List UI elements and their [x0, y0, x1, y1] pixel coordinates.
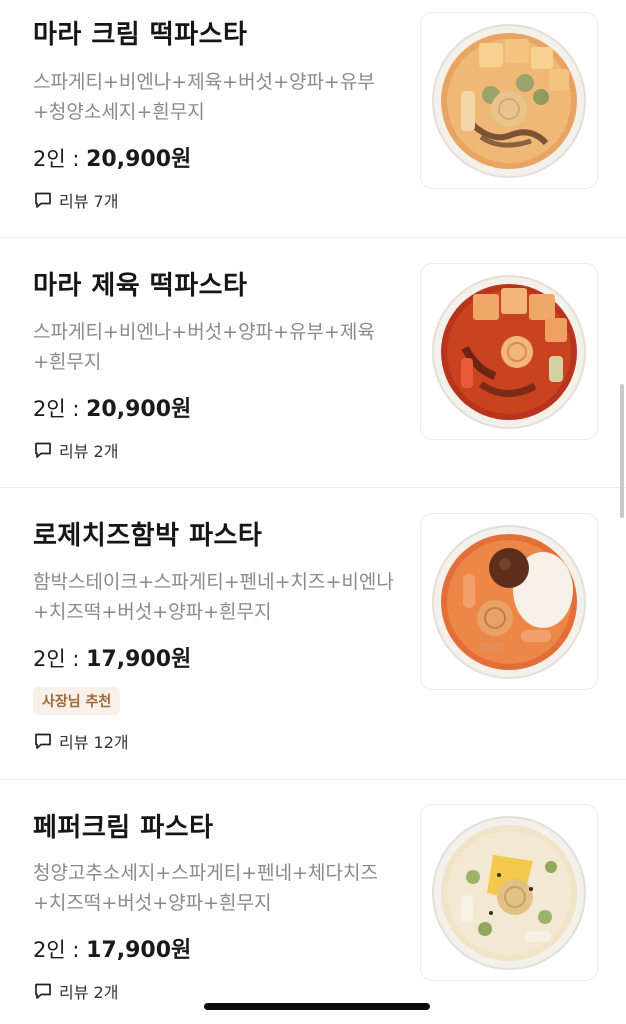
menu-item-pepper-cream[interactable]: 페퍼크림 파스타 청양고추소세지+스파게티+펜네+체다치즈+치즈떡+버섯+양파+…: [0, 779, 626, 1024]
review-link[interactable]: 리뷰 7개: [33, 188, 118, 212]
mala-cream-tteok-pasta-image: [432, 24, 586, 178]
price-prefix: 2인 :: [33, 647, 87, 671]
review-link[interactable]: 리뷰 2개: [33, 979, 118, 1003]
menu-item-title: 마라 크림 떡파스타: [33, 20, 248, 50]
price-prefix: 2인 :: [33, 938, 87, 962]
menu-item-description: 함박스테이크+스파게티+펜네+치즈+비엔나+치즈떡+버섯+양파+흰무지: [33, 571, 394, 623]
review-count: 리뷰 7개: [59, 192, 119, 211]
price-prefix: 2인 :: [33, 397, 87, 421]
review-count: 리뷰 2개: [59, 442, 119, 461]
home-indicator[interactable]: [204, 1003, 430, 1010]
menu-item-mala-jeyuk[interactable]: 마라 제육 떡파스타 스파게티+비엔나+버섯+양파+유부+제육+흰무지 2인 :…: [0, 237, 626, 488]
menu-item-price: 2인 : 17,900원: [33, 932, 191, 964]
menu-item-mala-cream[interactable]: 마라 크림 떡파스타 스파게티+비엔나+제육+버섯+양파+유부+청양소세지+흰무…: [0, 0, 626, 238]
rose-cheese-hamburg-pasta-image: [432, 525, 586, 679]
menu-item-title: 로제치즈함박 파스타: [33, 521, 263, 551]
price-amount: 20,900원: [86, 397, 192, 422]
review-link[interactable]: 리뷰 2개: [33, 438, 118, 462]
menu-item-description: 스파게티+비엔나+버섯+양파+유부+제육+흰무지: [33, 321, 375, 373]
menu-item-image[interactable]: [420, 12, 598, 189]
menu-item-price: 2인 : 20,900원: [33, 391, 191, 423]
speech-bubble-icon: [35, 442, 51, 458]
speech-bubble-icon: [35, 192, 51, 208]
review-link[interactable]: 리뷰 12개: [33, 729, 129, 753]
menu-item-image[interactable]: [420, 263, 598, 440]
menu-item-image[interactable]: [420, 513, 598, 690]
menu-item-price: 2인 : 20,900원: [33, 141, 191, 173]
menu-item-title: 마라 제육 떡파스타: [33, 271, 248, 301]
menu-item-title: 페퍼크림 파스타: [33, 813, 214, 843]
menu-item-description: 청양고추소세지+스파게티+펜네+체다치즈+치즈떡+버섯+양파+흰무지: [33, 862, 378, 914]
speech-bubble-icon: [35, 983, 51, 999]
price-amount: 17,900원: [86, 938, 192, 963]
price-prefix: 2인 :: [33, 147, 87, 171]
pepper-cream-pasta-image: [432, 816, 586, 970]
menu-item-image[interactable]: [420, 804, 598, 981]
scrollbar[interactable]: [620, 384, 624, 518]
review-count: 리뷰 12개: [59, 733, 129, 752]
price-amount: 17,900원: [86, 647, 192, 672]
menu-item-price: 2인 : 17,900원: [33, 641, 191, 673]
owner-recommend-badge: 사장님 추천: [33, 687, 121, 715]
mala-jeyuk-tteok-pasta-image: [432, 275, 586, 429]
price-amount: 20,900원: [86, 147, 192, 172]
menu-item-description: 스파게티+비엔나+제육+버섯+양파+유부+청양소세지+흰무지: [33, 71, 375, 123]
speech-bubble-icon: [35, 733, 51, 749]
menu-item-rose-cheese-hamburg[interactable]: 로제치즈함박 파스타 함박스테이크+스파게티+펜네+치즈+비엔나+치즈떡+버섯+…: [0, 487, 626, 780]
review-count: 리뷰 2개: [59, 983, 119, 1002]
